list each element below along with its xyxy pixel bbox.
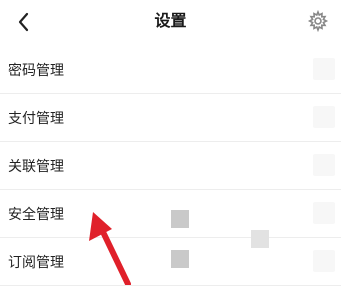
menu-item-linked-management[interactable]: 关联管理 [0,142,341,190]
gear-icon [307,10,329,32]
chevron-right-icon [313,58,335,80]
page-title: 设置 [154,11,187,30]
menu-item-label: 密码管理 [8,62,64,79]
chevron-right-icon [313,250,335,272]
top-nav-bar: 设置 [0,0,341,44]
menu-item-label: 关联管理 [8,158,64,175]
menu-item-label: 安全管理 [8,206,64,223]
chevron-right-icon [313,154,335,176]
redacted-block [251,230,269,248]
menu-item-label: 订阅管理 [8,254,64,271]
chevron-right-icon [313,202,335,224]
redacted-block [171,250,189,268]
chevron-right-icon [313,106,335,128]
redacted-block [171,210,189,228]
menu-item-password-management[interactable]: 密码管理 [0,46,341,94]
menu-item-payment-management[interactable]: 支付管理 [0,94,341,142]
menu-item-label: 支付管理 [8,110,64,127]
settings-button[interactable] [305,8,331,34]
